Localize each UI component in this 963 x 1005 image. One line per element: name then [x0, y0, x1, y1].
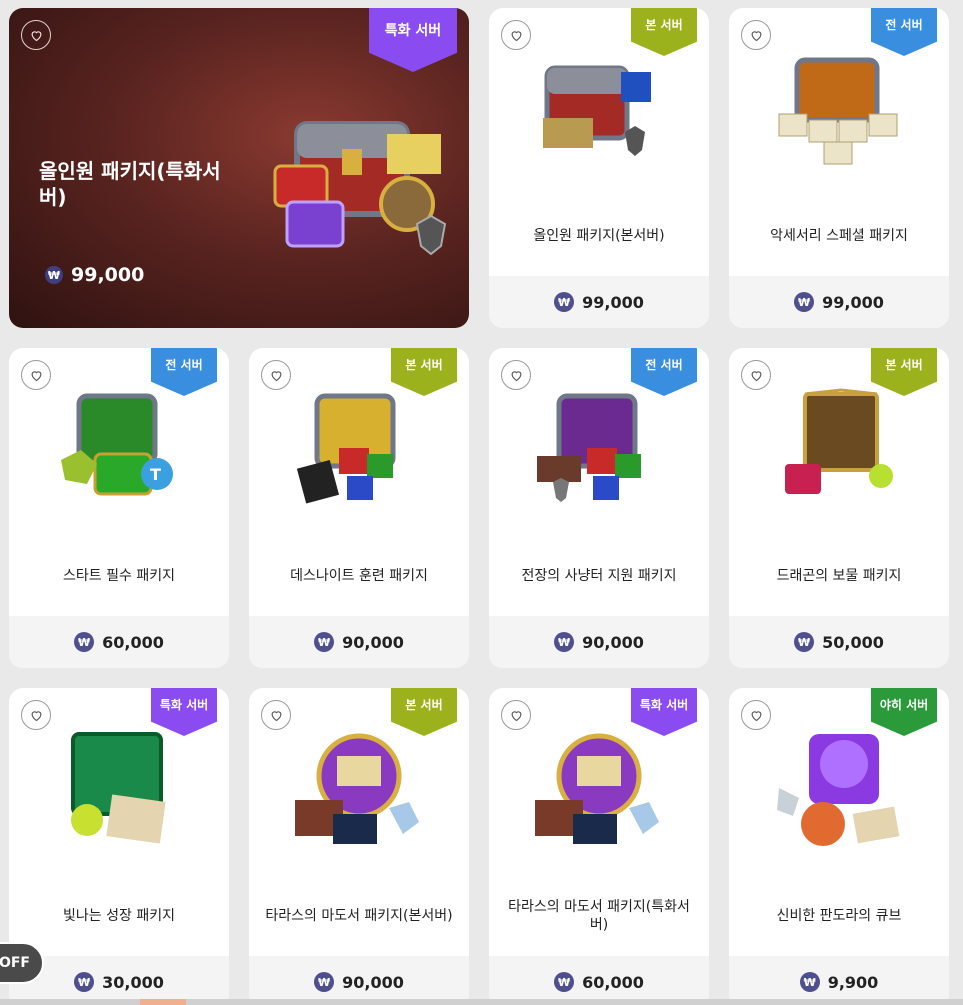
- server-badge: 특화 서버: [369, 8, 457, 72]
- product-price: 30,000: [102, 972, 164, 992]
- price-bar: ₩99,000: [489, 276, 709, 328]
- product-name: 전장의 사냥터 지원 패키지: [521, 568, 677, 584]
- wishlist-heart-icon[interactable]: [501, 360, 531, 390]
- pandora-cube-icon: [769, 728, 909, 848]
- won-currency-icon: ₩: [554, 972, 575, 992]
- product-card[interactable]: 전 서버 T 스타트 필수 패키지 ₩60,000: [9, 348, 229, 668]
- orb-spellbook-icon: [529, 728, 669, 848]
- product-price: 90,000: [582, 632, 644, 652]
- product-name: 드래곤의 보물 패키지: [776, 568, 902, 584]
- product-name: 타라스의 마도서 패키지(본서버): [265, 908, 453, 924]
- featured-price-value: 99,000: [71, 264, 145, 286]
- featured-price: ₩ 99,000: [45, 264, 144, 286]
- wishlist-heart-icon[interactable]: [261, 700, 291, 730]
- won-currency-icon: ₩: [799, 972, 820, 992]
- orb-spellbook-icon: [289, 728, 429, 848]
- scrollbar-thumb[interactable]: [140, 999, 186, 1005]
- product-card[interactable]: 전 서버 전장의 사냥터 지원 패키지 ₩90,000: [489, 348, 709, 668]
- wishlist-heart-icon[interactable]: [501, 20, 531, 50]
- featured-product-name: 올인원 패키지(특화서버): [39, 159, 221, 209]
- price-bar: ₩90,000: [249, 956, 469, 1005]
- won-currency-icon: ₩: [74, 972, 95, 992]
- chest-bundle-icon: [267, 94, 459, 262]
- product-price: 9,900: [827, 972, 879, 992]
- price-bar: ₩90,000: [249, 616, 469, 668]
- price-bar: ₩99,000: [729, 276, 949, 328]
- wishlist-heart-icon[interactable]: [741, 20, 771, 50]
- wishlist-heart-icon[interactable]: [741, 700, 771, 730]
- wishlist-heart-icon[interactable]: [501, 700, 531, 730]
- won-currency-icon: ₩: [794, 292, 815, 312]
- product-price: 50,000: [822, 632, 884, 652]
- product-card[interactable]: 야히 서버 신비한 판도라의 큐브 ₩9,900: [729, 688, 949, 1005]
- wishlist-heart-icon[interactable]: [21, 700, 51, 730]
- product-card[interactable]: 전 서버 악세서리 스페셜 패키지 ₩99,000: [729, 8, 949, 328]
- product-card[interactable]: 특화 서버 타라스의 마도서 패키지(특화서버) ₩60,000: [489, 688, 709, 1005]
- wishlist-heart-icon[interactable]: [261, 360, 291, 390]
- product-name: 데스나이트 훈련 패키지: [290, 568, 428, 584]
- gold-chest-gifts-icon: [289, 388, 429, 508]
- product-card[interactable]: 본 서버 타라스의 마도서 패키지(본서버) ₩90,000: [249, 688, 469, 1005]
- won-currency-icon: ₩: [554, 632, 575, 652]
- purple-chest-gifts-icon: [529, 388, 669, 508]
- horizontal-scrollbar[interactable]: [0, 999, 963, 1005]
- price-bar: ₩60,000: [489, 956, 709, 1005]
- price-bar: ₩50,000: [729, 616, 949, 668]
- chest-weapons-icon: [529, 48, 669, 168]
- won-currency-icon: ₩: [74, 632, 95, 652]
- price-bar: ₩90,000: [489, 616, 709, 668]
- wishlist-heart-icon[interactable]: [21, 20, 51, 50]
- won-currency-icon: ₩: [554, 292, 575, 312]
- product-price: 90,000: [342, 632, 404, 652]
- product-card[interactable]: 본 서버 드래곤의 보물 패키지 ₩50,000: [729, 348, 949, 668]
- wishlist-heart-icon[interactable]: [741, 360, 771, 390]
- emerald-chest-icon: [49, 728, 189, 848]
- product-name: 타라스의 마도서 패키지(특화서버): [508, 899, 690, 933]
- product-price: 60,000: [102, 632, 164, 652]
- price-bar: ₩9,900: [729, 956, 949, 1005]
- price-bar: ₩60,000: [9, 616, 229, 668]
- green-chest-icon: T: [49, 388, 189, 508]
- product-name: 스타트 필수 패키지: [63, 568, 175, 584]
- chest-boxes-icon: [769, 48, 909, 168]
- won-currency-icon: ₩: [314, 972, 335, 992]
- treasure-box-potion-icon: [769, 388, 909, 508]
- product-price: 99,000: [822, 292, 884, 312]
- featured-product-card[interactable]: 특화 서버 올인원 패키지(특화서버) ₩ 99,000: [9, 8, 469, 328]
- won-currency-icon: ₩: [794, 632, 815, 652]
- product-name: 빛나는 성장 패키지: [63, 908, 175, 924]
- product-card[interactable]: 본 서버 데스나이트 훈련 패키지 ₩90,000: [249, 348, 469, 668]
- won-currency-icon: ₩: [45, 266, 63, 284]
- product-name: 올인원 패키지(본서버): [533, 228, 665, 244]
- won-currency-icon: ₩: [314, 632, 335, 652]
- product-name: 악세서리 스페셜 패키지: [770, 228, 908, 244]
- product-name: 신비한 판도라의 큐브: [776, 908, 902, 924]
- off-toggle-button[interactable]: OFF: [0, 942, 44, 984]
- product-price: 99,000: [582, 292, 644, 312]
- product-card[interactable]: 본 서버 올인원 패키지(본서버) ₩99,000: [489, 8, 709, 328]
- svg-text:T: T: [150, 465, 161, 484]
- wishlist-heart-icon[interactable]: [21, 360, 51, 390]
- product-price: 60,000: [582, 972, 644, 992]
- product-price: 90,000: [342, 972, 404, 992]
